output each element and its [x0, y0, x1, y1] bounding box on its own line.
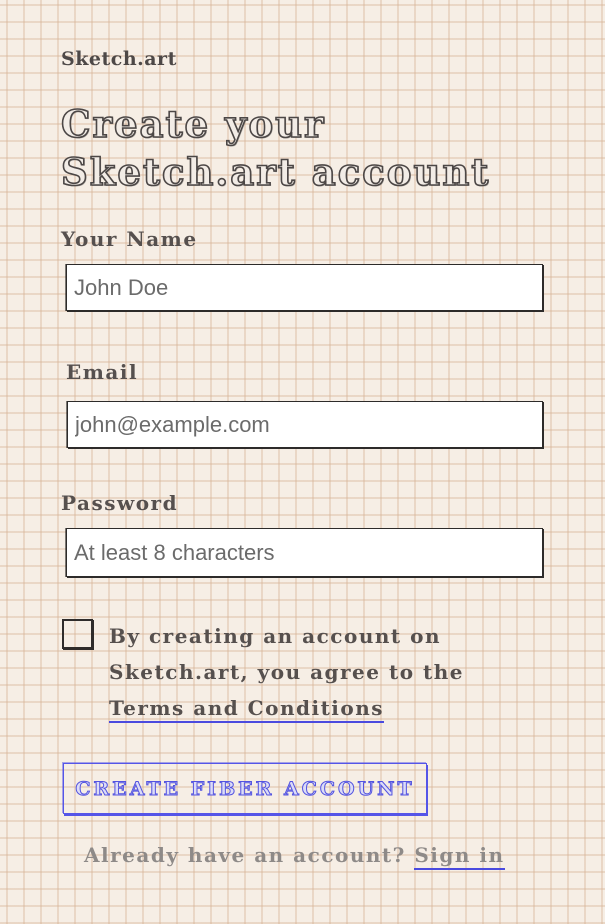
password-field[interactable] [67, 529, 542, 576]
password-field-wrapper [66, 528, 543, 577]
signup-page: Sketch.art Create your Sketch.art accoun… [0, 0, 605, 924]
page-title-line-2: Sketch.art account [60, 149, 491, 195]
signin-link[interactable]: Sign in [414, 843, 505, 870]
name-field[interactable] [67, 265, 542, 310]
password-label: Password [61, 491, 179, 515]
create-account-button[interactable]: CREATE FIBER ACCOUNT [63, 763, 427, 814]
brand-logo[interactable]: Sketch.art [61, 48, 177, 70]
email-label: Email [66, 360, 139, 384]
signin-prompt: Already have an account? [84, 843, 406, 867]
terms-checkbox[interactable] [62, 619, 93, 649]
page-title: Create your Sketch.art account [60, 100, 491, 196]
name-field-wrapper [66, 264, 543, 311]
email-field-wrapper [67, 401, 543, 448]
terms-link[interactable]: Terms and Conditions [109, 696, 385, 723]
email-field[interactable] [68, 402, 542, 447]
name-label: Your Name [61, 227, 198, 251]
signin-prompt-line: Already have an account? Sign in [84, 843, 505, 870]
page-title-line-1: Create your [60, 101, 326, 147]
terms-text: By creating an account on Sketch.art, yo… [109, 624, 465, 684]
terms-statement: By creating an account on Sketch.art, yo… [109, 618, 509, 726]
